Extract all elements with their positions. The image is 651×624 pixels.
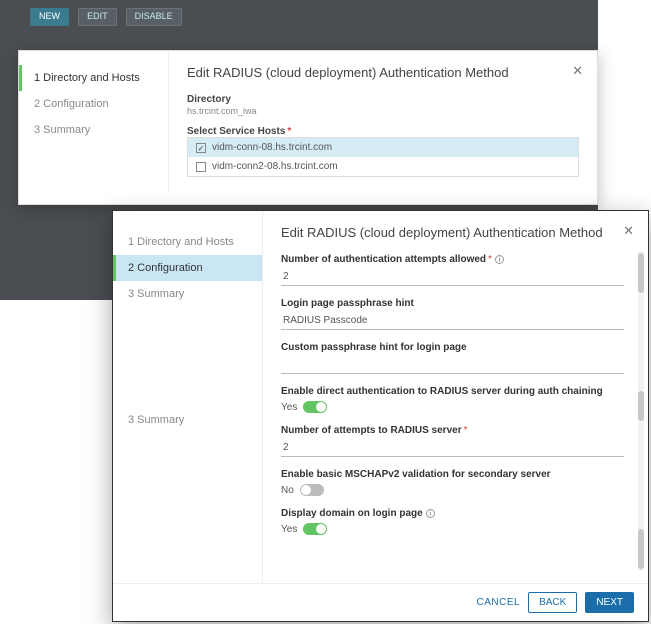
- host-name: vidm-conn2-08.hs.trcint.com: [212, 161, 338, 172]
- back-button[interactable]: BACK: [528, 592, 577, 613]
- mschap-toggle[interactable]: [300, 484, 324, 496]
- dialog-title: Edit RADIUS (cloud deployment) Authentic…: [187, 65, 579, 80]
- passphrase-hint-input[interactable]: [281, 312, 624, 330]
- info-icon[interactable]: i: [495, 255, 504, 264]
- disable-button[interactable]: DISABLE: [126, 8, 182, 26]
- step1-content: ✕ Edit RADIUS (cloud deployment) Authent…: [169, 51, 597, 191]
- step-directory-and-hosts[interactable]: 1 Directory and Hosts: [19, 65, 168, 91]
- display-domain-state: Yes: [281, 524, 297, 535]
- scrollbar[interactable]: [638, 251, 644, 571]
- service-hosts-list: ✓ vidm-conn-08.hs.trcint.com vidm-conn2-…: [187, 137, 579, 177]
- checkbox-unchecked-icon[interactable]: [196, 162, 206, 172]
- custom-hint-input[interactable]: [281, 356, 624, 374]
- scroll-thumb[interactable]: [638, 391, 644, 421]
- directory-value: hs.trcint.com_iwa: [187, 106, 579, 116]
- scroll-thumb[interactable]: [638, 253, 644, 293]
- step-summary-dup: 3 Summary: [113, 407, 262, 433]
- step-summary[interactable]: 3 Summary: [113, 281, 262, 307]
- step-summary[interactable]: 3 Summary: [19, 117, 168, 143]
- step2-content: ✕ Edit RADIUS (cloud deployment) Authent…: [263, 211, 648, 583]
- step-directory-and-hosts[interactable]: 1 Directory and Hosts: [113, 229, 262, 255]
- scroll-thumb[interactable]: [638, 529, 644, 569]
- new-button[interactable]: NEW: [30, 8, 69, 26]
- display-domain-toggle[interactable]: [303, 523, 327, 535]
- next-button[interactable]: NEXT: [585, 592, 634, 613]
- edit-button[interactable]: EDIT: [78, 8, 117, 26]
- custom-hint-label: Custom passphrase hint for login page: [281, 342, 624, 353]
- close-icon[interactable]: ✕: [572, 63, 583, 79]
- host-row[interactable]: ✓ vidm-conn-08.hs.trcint.com: [188, 138, 578, 157]
- dialog-footer: CANCEL BACK NEXT: [113, 583, 648, 621]
- direct-auth-toggle[interactable]: [303, 401, 327, 413]
- info-icon[interactable]: i: [426, 509, 435, 518]
- radius-attempts-input[interactable]: [281, 439, 624, 457]
- close-icon[interactable]: ✕: [623, 223, 634, 239]
- direct-auth-state: Yes: [281, 402, 297, 413]
- edit-radius-modal-step2: 1 Directory and Hosts 2 Configuration 3 …: [112, 210, 649, 622]
- checkbox-checked-icon[interactable]: ✓: [196, 143, 206, 153]
- hosts-label: Select Service Hosts*: [187, 126, 579, 137]
- auth-attempts-input[interactable]: [281, 268, 624, 286]
- edit-radius-modal-step1: 1 Directory and Hosts 2 Configuration 3 …: [18, 50, 598, 205]
- wizard-sidebar: 1 Directory and Hosts 2 Configuration 3 …: [19, 51, 169, 191]
- cancel-button[interactable]: CANCEL: [477, 597, 521, 608]
- direct-auth-label: Enable direct authentication to RADIUS s…: [281, 386, 624, 397]
- dialog-title: Edit RADIUS (cloud deployment) Authentic…: [281, 225, 624, 240]
- passphrase-hint-label: Login page passphrase hint: [281, 298, 624, 309]
- display-domain-label: Display domain on login pagei: [281, 508, 624, 519]
- host-name: vidm-conn-08.hs.trcint.com: [212, 142, 332, 153]
- host-row[interactable]: vidm-conn2-08.hs.trcint.com: [188, 157, 578, 176]
- directory-label: Directory: [187, 94, 579, 105]
- radius-attempts-label: Number of attempts to RADIUS server*: [281, 425, 624, 436]
- auth-attempts-label: Number of authentication attempts allowe…: [281, 254, 624, 265]
- step-configuration[interactable]: 2 Configuration: [19, 91, 168, 117]
- mschap-label: Enable basic MSCHAPv2 validation for sec…: [281, 469, 624, 480]
- mschap-state: No: [281, 485, 294, 496]
- page-top-toolbar: NEW EDIT DISABLE: [0, 0, 598, 35]
- wizard-sidebar: 1 Directory and Hosts 2 Configuration 3 …: [113, 211, 263, 583]
- step-configuration[interactable]: 2 Configuration: [113, 255, 262, 281]
